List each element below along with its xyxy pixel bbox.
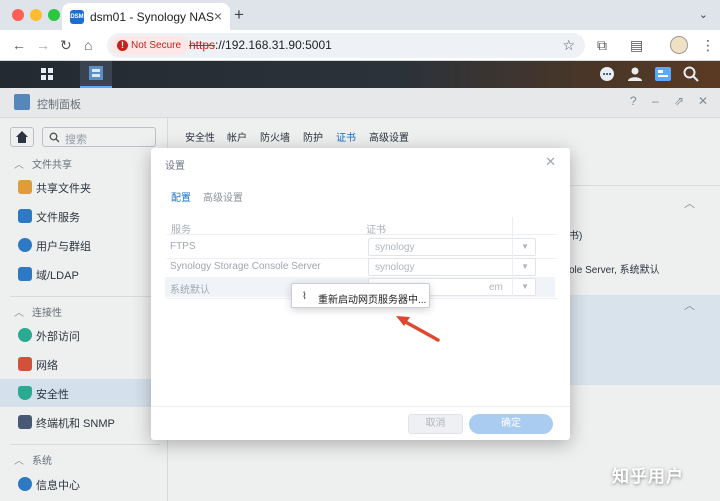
tab-search-chevron-icon[interactable]: ⌄ [699, 8, 708, 21]
chevron-down-icon: ▼ [521, 262, 529, 271]
cancel-button[interactable]: 取消 [408, 414, 463, 434]
dsm-taskbar [0, 61, 720, 88]
control-panel-taskbar-icon[interactable] [80, 61, 112, 88]
bookmark-star-icon[interactable]: ☆ [562, 37, 575, 54]
widgets-icon[interactable] [654, 65, 672, 88]
warning-icon: ! [117, 40, 128, 51]
url-host: ://192.168.31.90:5001 [215, 38, 332, 52]
url-text[interactable]: https://192.168.31.90:5001 [189, 38, 332, 52]
chat-icon[interactable] [598, 65, 616, 88]
reload-icon[interactable]: ↻ [60, 37, 72, 53]
back-arrow-icon[interactable]: ← [12, 37, 26, 53]
popup-message: 重新启动网页服务器中... [318, 295, 427, 306]
dialog-title: 设置 [165, 161, 185, 172]
loading-spinner-icon: ⌇ [302, 291, 307, 302]
certificate-value: synology [375, 242, 415, 253]
close-icon[interactable]: ✕ [545, 154, 556, 170]
extensions-icon[interactable]: ⧉ [597, 37, 607, 53]
search-icon[interactable] [682, 65, 700, 88]
table-divider [167, 234, 557, 235]
address-bar[interactable]: ! Not Secure https://192.168.31.90:5001 … [107, 33, 585, 58]
tab-advanced-settings[interactable]: 高级设置 [203, 189, 243, 204]
user-icon[interactable] [626, 65, 644, 88]
service-name: FTPS [170, 241, 196, 252]
profile-avatar[interactable] [670, 36, 688, 54]
certificate-value: synology [375, 262, 415, 273]
tab-close-icon[interactable]: × [214, 8, 222, 24]
sidebar-panel-icon[interactable]: ▤ [630, 37, 643, 53]
minimize-window-dot[interactable] [30, 9, 42, 21]
chevron-down-icon: ▼ [521, 282, 529, 291]
url-protocol: https [189, 38, 216, 52]
column-divider [512, 217, 513, 297]
dialog-footer-divider [151, 406, 570, 407]
main-menu-grid-icon[interactable] [32, 61, 62, 88]
ok-button[interactable]: 确定 [469, 414, 553, 434]
not-secure-chip[interactable]: ! Not Secure [111, 36, 190, 55]
tab-configuration[interactable]: 配置 [171, 189, 191, 204]
certificate-select[interactable]: synology ▼ [368, 238, 536, 256]
certificate-value: em [489, 282, 503, 293]
watermark: 知乎用户 [612, 467, 684, 486]
new-tab-icon[interactable]: + [234, 5, 244, 25]
certificate-select[interactable]: synology ▼ [368, 258, 536, 276]
annotation-arrow-icon [396, 316, 440, 342]
forward-arrow-icon[interactable]: → [36, 37, 50, 53]
service-name: Synology Storage Console Server [170, 261, 321, 272]
not-secure-label: Not Secure [131, 40, 182, 51]
browser-tab-bar: DSM dsm01 - Synology NAS × + ⌄ [0, 0, 720, 30]
chevron-down-icon: ▼ [521, 242, 529, 251]
zoom-window-dot[interactable] [48, 9, 60, 21]
more-menu-icon[interactable]: ⋮ [701, 37, 715, 53]
table-row[interactable]: FTPS synology ▼ [165, 237, 555, 257]
table-row[interactable]: Synology Storage Console Server synology… [165, 257, 555, 277]
tab-title: dsm01 - Synology NAS [90, 10, 215, 24]
home-icon[interactable]: ⌂ [84, 37, 92, 53]
browser-tab[interactable]: DSM dsm01 - Synology NAS × [62, 3, 230, 30]
browser-toolbar: ← → ↻ ⌂ ! Not Secure https://192.168.31.… [0, 30, 720, 61]
dsm-favicon-icon: DSM [70, 10, 84, 24]
restarting-web-server-popup: ⌇ 重新启动网页服务器中... [291, 283, 430, 308]
close-window-dot[interactable] [12, 9, 24, 21]
service-name: 系统默认 [170, 285, 210, 296]
